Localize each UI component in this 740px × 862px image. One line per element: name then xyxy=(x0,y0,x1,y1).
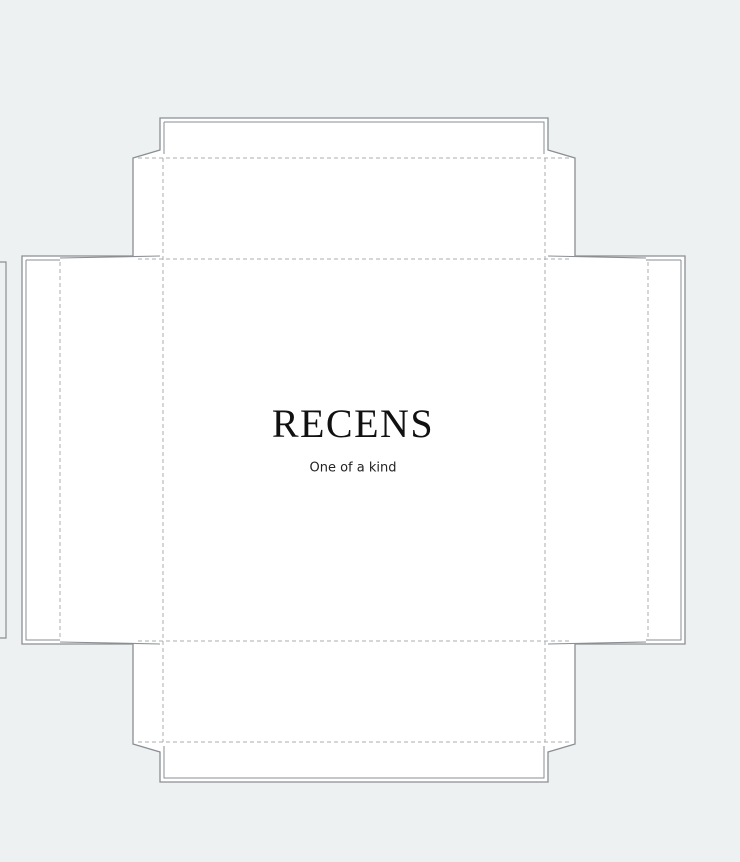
brand-wordmark: RECENS xyxy=(271,401,435,446)
brand-tagline: One of a kind xyxy=(309,460,397,476)
